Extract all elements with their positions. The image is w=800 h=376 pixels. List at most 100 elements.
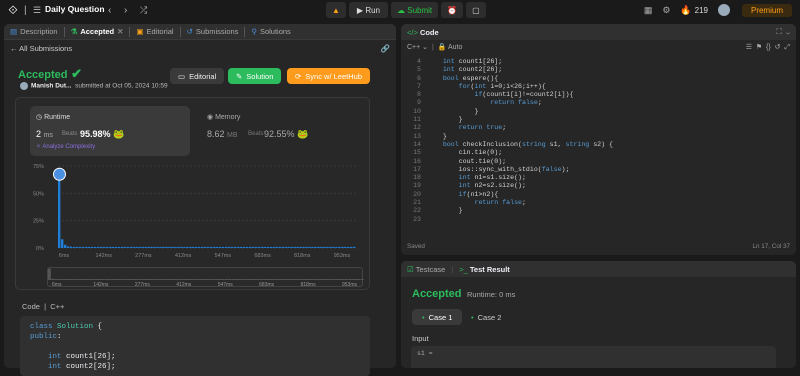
leetcode-logo-icon[interactable]: ⟐ <box>6 3 20 17</box>
case-2-tab[interactable]: • Case 2 <box>461 309 511 325</box>
streak-count[interactable]: 219 <box>695 6 708 15</box>
submit-button[interactable]: ☁ Submit <box>391 2 439 18</box>
code-line: bool espere(){ <box>442 74 499 82</box>
chart-bar <box>242 246 246 248</box>
shuffle-icon[interactable]: ⤮ <box>140 0 147 20</box>
chart-bar <box>329 246 332 248</box>
collapse-icon[interactable]: ⌄ <box>786 27 790 36</box>
avatar[interactable] <box>717 4 730 16</box>
all-submissions-link[interactable]: ← All Submissions <box>10 44 72 53</box>
tab-description[interactable]: ▤ Description <box>4 24 64 40</box>
line-number: 19 <box>413 182 421 190</box>
alarm-icon[interactable]: ⏰ <box>441 2 464 18</box>
lock-icon: 🔒 <box>437 44 447 51</box>
problem-list-icon[interactable]: ☰ <box>33 0 41 20</box>
run-button[interactable]: ▶ Run <box>348 2 388 18</box>
mode-label: Auto <box>447 44 463 51</box>
chart-bar <box>102 246 106 248</box>
tab-solutions[interactable]: ⚲ Solutions <box>245 24 296 40</box>
line-number: 17 <box>413 165 421 173</box>
next-question-icon[interactable]: › <box>124 0 127 20</box>
sparkle-icon: ✧ <box>36 144 42 150</box>
maximize-icon[interactable]: ⛶ <box>777 27 782 36</box>
chart-bar <box>251 246 255 248</box>
close-icon[interactable]: ✕ <box>117 27 123 36</box>
test-result-label: Test Result <box>469 264 510 274</box>
code-line: class Solution { <box>30 323 103 331</box>
flask-icon: ⚗ <box>70 27 78 36</box>
scrub-tick-label: 277ms <box>135 282 151 288</box>
daily-question-title[interactable]: Daily Question <box>45 4 105 14</box>
line-gutter: 4 5 6 7 8 9 10 11 12 13 14 15 16 17 18 19 20 21 22 23 <box>401 58 421 224</box>
input-box: s1 = <box>411 346 776 368</box>
code-line: } <box>427 107 479 115</box>
language-select[interactable]: C++ ⌄ <box>407 44 428 51</box>
notes-icon[interactable]: ▢ <box>466 2 486 18</box>
tab-accepted[interactable]: ⚗ Accepted ✕ <box>65 24 130 40</box>
runtime-label: Runtime <box>44 114 71 121</box>
scrub-bar <box>326 279 329 280</box>
editorial-button[interactable]: ▭ Editorial <box>170 68 225 84</box>
code-line: int n1=s1.size(); <box>458 174 526 182</box>
bookmark-icon[interactable]: ⚑ <box>756 44 762 51</box>
clock-icon: ◷ <box>36 114 43 121</box>
source-code[interactable]: int count1[26]; int count2[26]; bool esp… <box>427 58 613 224</box>
runtime-distribution-chart[interactable]: 75% 50% 25% 0% 6ms 142ms 277ms 412ms 547ms 683ms 8… <box>30 158 366 266</box>
tab-submissions[interactable]: ↺ Submissions <box>181 24 245 40</box>
chart-bar <box>275 246 278 248</box>
premium-button[interactable]: Premium <box>741 3 792 17</box>
chart-bar <box>221 246 225 248</box>
chart-bar <box>87 246 91 248</box>
format-icon[interactable]: ☰ <box>746 44 752 51</box>
editor-status: Saved Ln 17, Col 37 <box>407 243 790 250</box>
chart-bar <box>189 246 192 248</box>
fire-icon: 🔥 <box>680 4 692 15</box>
chart-bar <box>239 246 243 248</box>
scrub-bar <box>332 279 336 280</box>
y-tick-label: 25% <box>33 219 44 225</box>
reset-icon[interactable]: ↺ <box>775 44 781 51</box>
chart-bar <box>245 246 249 248</box>
tab-editorial[interactable]: ▣ Editorial <box>130 24 179 40</box>
code-area[interactable]: 4 5 6 7 8 9 10 11 12 13 14 15 16 17 18 19 20 21 22 23 int c… <box>401 58 796 248</box>
chart-range-scrubber[interactable]: 6ms 142ms 277ms 412ms 547ms 683ms 818ms 953ms <box>47 267 364 288</box>
line-number: 14 <box>413 140 421 148</box>
braces-icon[interactable]: {} <box>766 44 771 51</box>
username[interactable]: Manish Dut... <box>31 83 71 90</box>
chart-bar <box>180 246 183 248</box>
memory-beats-label: Beats <box>248 131 264 137</box>
chart-bar <box>263 246 266 248</box>
scrub-bar <box>199 279 203 280</box>
prev-question-icon[interactable]: ‹ <box>108 0 111 20</box>
settings-icon[interactable]: ⚙ <box>662 5 670 16</box>
scrub-bar <box>145 279 149 280</box>
scrub-bar <box>348 279 352 280</box>
sync-leethub-button[interactable]: ⟳ Sync w/ LeetHub <box>287 68 370 84</box>
chart-bar <box>165 246 168 248</box>
chart-bar <box>293 246 296 248</box>
scrub-bar <box>60 279 64 280</box>
scrub-bar <box>82 279 86 280</box>
tab-test-result[interactable]: >_ Test Result <box>459 265 510 274</box>
scrub-bar <box>322 279 326 280</box>
scrub-bar <box>98 279 102 280</box>
debug-button[interactable]: ▲ <box>326 2 346 18</box>
analyze-complexity-link[interactable]: ✧ Analyze Complexity <box>36 143 95 150</box>
scrub-bar <box>307 279 310 280</box>
layout-icon[interactable]: ▦ <box>644 5 653 16</box>
link-icon[interactable]: 🔗 <box>381 44 390 53</box>
submission-user: Manish Dut... submitted at Oct 05, 2024 … <box>20 82 168 90</box>
memory-heading[interactable]: ◉ Memory <box>207 113 240 121</box>
scrub-bar <box>63 279 67 280</box>
case-1-tab[interactable]: • Case 1 <box>412 309 463 325</box>
tab-testcase[interactable]: ☑ Testcase <box>407 265 445 274</box>
chart-bar <box>171 246 174 248</box>
solution-button[interactable]: ✎ Solution <box>228 68 282 84</box>
scrub-bar <box>206 279 209 280</box>
fullscreen-icon[interactable]: ⤢ <box>784 44 790 51</box>
chart-bar <box>78 246 82 248</box>
user-avatar[interactable] <box>20 82 28 90</box>
scrub-bar <box>108 279 111 280</box>
scrub-bar <box>335 279 339 280</box>
scrub-bar <box>114 279 118 280</box>
